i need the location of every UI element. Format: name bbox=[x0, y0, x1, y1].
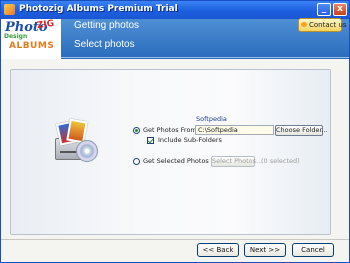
choose-folder-button[interactable]: Choose Folder... bbox=[275, 125, 328, 136]
include-subfolders-checkbox[interactable] bbox=[147, 137, 154, 144]
folder-hint-label: Softpedia bbox=[196, 115, 227, 123]
app-window: Photozig Albums Premium Trial _ x Photo … bbox=[0, 0, 350, 263]
page-title: Getting photos bbox=[74, 20, 140, 31]
speech-bubble-icon bbox=[301, 22, 307, 27]
logo-albums-text: ALBUMS bbox=[9, 41, 55, 51]
cancel-button[interactable]: Cancel bbox=[292, 243, 334, 257]
cd-icon bbox=[76, 140, 98, 162]
title-bar[interactable]: Photozig Albums Premium Trial _ x bbox=[1, 1, 349, 19]
content-area bbox=[1, 59, 349, 239]
app-icon bbox=[4, 4, 15, 15]
next-button[interactable]: Next >> bbox=[244, 243, 286, 257]
header-divider bbox=[61, 57, 349, 58]
options-panel bbox=[10, 69, 331, 235]
wizard-footer: << Back Next >> Cancel bbox=[1, 240, 349, 262]
photos-drive-cd-icon bbox=[52, 118, 98, 166]
contact-us-label: Contact us bbox=[309, 21, 347, 29]
get-photos-from-label: Get Photos From: bbox=[143, 126, 199, 134]
get-selected-photos-radio[interactable] bbox=[133, 158, 140, 165]
logo-zig-text: ZIG bbox=[36, 18, 55, 32]
contact-us-button[interactable]: Contact us bbox=[298, 18, 347, 32]
get-photos-from-radio[interactable] bbox=[133, 127, 140, 134]
wizard-header: Photo ZIG Design ALBUMS Getting photos C… bbox=[1, 18, 349, 59]
logo-design-text: Design bbox=[4, 33, 28, 40]
page-subtitle: Select photos bbox=[74, 39, 135, 50]
include-subfolders-label: Include Sub-Folders bbox=[158, 136, 222, 144]
selected-count-label: (0 selected) bbox=[261, 157, 300, 165]
close-button[interactable]: x bbox=[333, 3, 347, 16]
get-selected-photos-label: Get Selected Photos bbox=[143, 157, 209, 165]
folder-path-input[interactable]: C:\Softpedia bbox=[195, 125, 274, 135]
app-logo: Photo ZIG Design ALBUMS bbox=[1, 19, 61, 59]
back-button[interactable]: << Back bbox=[197, 243, 239, 257]
window-title: Photozig Albums Premium Trial bbox=[19, 4, 178, 14]
select-photos-button[interactable]: Select Photos... bbox=[211, 156, 262, 167]
minimize-button[interactable]: _ bbox=[317, 3, 331, 16]
